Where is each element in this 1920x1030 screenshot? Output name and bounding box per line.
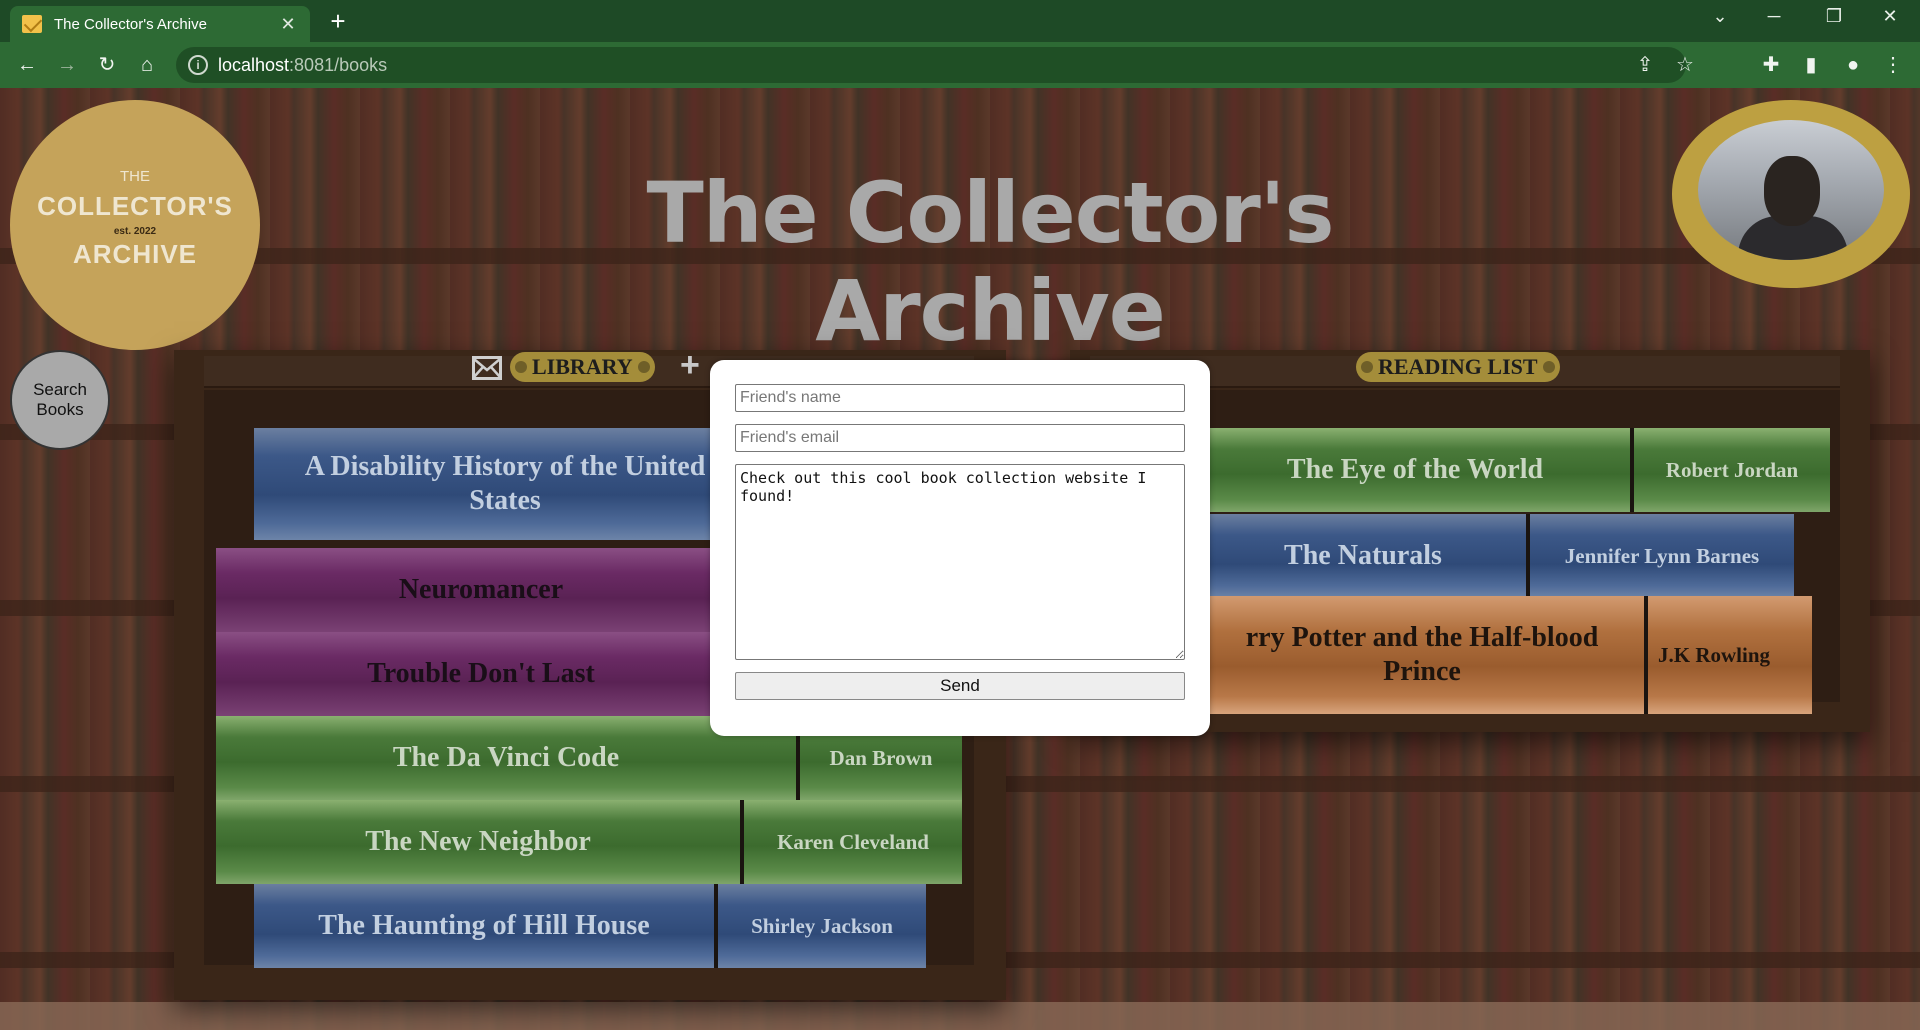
library-book[interactable]: The Haunting of Hill House Shirley Jacks… <box>254 884 926 968</box>
site-logo[interactable]: THE COLLECTOR'S est. 2022 ARCHIVE <box>10 100 260 350</box>
menu-icon[interactable]: ⋮ <box>1878 50 1908 80</box>
logo-line-1: THE <box>120 168 150 185</box>
message-textarea[interactable]: Check out this cool book collection webs… <box>735 464 1185 660</box>
home-icon[interactable]: ⌂ <box>132 50 162 80</box>
close-window-icon[interactable]: ✕ <box>1870 6 1910 27</box>
book-author: Robert Jordan <box>1630 428 1830 512</box>
logo-line-2: COLLECTOR'S <box>37 191 233 221</box>
avatar-photo <box>1698 120 1884 260</box>
reading-list-label: READING LIST <box>1356 352 1560 382</box>
site-info-icon[interactable]: i <box>188 55 208 75</box>
restore-icon[interactable]: ❐ <box>1814 6 1854 27</box>
book-title: The New Neighbor <box>216 800 740 884</box>
book-title: The Da Vinci Code <box>216 716 796 800</box>
library-label: LIBRARY <box>510 352 655 382</box>
tab-title: The Collector's Archive <box>54 15 207 33</box>
tab-search-icon[interactable]: ⌄ <box>1700 6 1740 27</box>
book-author: Jennifer Lynn Barnes <box>1526 514 1794 598</box>
sidepanel-icon[interactable]: ▮ <box>1796 50 1826 80</box>
book-title: Trouble Don't Last <box>216 632 746 716</box>
minimize-icon[interactable]: ─ <box>1754 6 1794 27</box>
send-button[interactable]: Send <box>735 672 1185 700</box>
star-icon[interactable]: ☆ <box>1670 50 1700 80</box>
share-modal: Check out this cool book collection webs… <box>710 360 1210 736</box>
book-title: Neuromancer <box>216 548 746 632</box>
library-book[interactable]: A Disability History of the United State… <box>254 428 744 540</box>
friend-email-input[interactable] <box>735 424 1185 452</box>
book-author: Karen Cleveland <box>740 800 962 884</box>
friend-name-input[interactable] <box>735 384 1185 412</box>
search-books-button[interactable]: Search Books <box>10 350 110 450</box>
logo-line-4: ARCHIVE <box>72 239 197 269</box>
share-icon[interactable]: ⇪ <box>1630 50 1660 80</box>
logo-line-3: est. 2022 <box>113 226 157 237</box>
library-book[interactable]: Neuromancer <box>216 548 746 632</box>
book-author: J.K Rowling <box>1644 596 1812 714</box>
book-title: The Eye of the World <box>1200 428 1630 512</box>
library-book[interactable]: Trouble Don't Last <box>216 632 746 716</box>
new-tab-button[interactable]: + <box>324 6 352 37</box>
page-content: THE COLLECTOR'S est. 2022 ARCHIVE The Co… <box>0 88 1920 1030</box>
back-icon[interactable]: ← <box>12 50 42 80</box>
tab-close-icon[interactable]: ✕ <box>278 14 298 35</box>
user-avatar[interactable] <box>1672 100 1910 288</box>
add-book-icon[interactable]: + <box>680 348 710 382</box>
browser-tab-bar: The Collector's Archive ✕ + ⌄ ─ ❐ ✕ <box>0 0 1920 42</box>
reading-list-book[interactable]: The Eye of the World Robert Jordan <box>1200 428 1830 512</box>
extensions-icon[interactable]: ✚ <box>1756 50 1786 80</box>
book-title: The Naturals <box>1200 514 1526 598</box>
book-title: rry Potter and the Half-blood Prince <box>1200 596 1644 714</box>
book-title: The Haunting of Hill House <box>254 884 714 968</box>
url-text[interactable]: localhost:8081/books <box>218 55 387 76</box>
favicon-icon <box>22 15 42 33</box>
reload-icon[interactable]: ↻ <box>92 50 122 80</box>
library-book[interactable]: The New Neighbor Karen Cleveland <box>216 800 962 884</box>
reading-list-book[interactable]: The Naturals Jennifer Lynn Barnes <box>1200 514 1794 598</box>
url-host: localhost <box>218 55 290 75</box>
address-bar[interactable]: i localhost:8081/books ⇪ ☆ <box>176 47 1694 83</box>
book-author: Shirley Jackson <box>714 884 926 968</box>
url-path: :8081/books <box>289 55 388 75</box>
reading-list-book[interactable]: rry Potter and the Half-blood Prince J.K… <box>1200 596 1812 714</box>
floor-strip <box>0 1002 1920 1030</box>
book-title: A Disability History of the United State… <box>254 428 744 540</box>
profile-icon[interactable]: ● <box>1838 50 1868 80</box>
page-title: The Collector's Archive <box>646 164 1334 360</box>
browser-toolbar: ← → ↻ ⌂ i localhost:8081/books ⇪ ☆ ✚ ▮ ●… <box>0 42 1920 88</box>
share-mail-icon[interactable] <box>472 356 502 380</box>
browser-tab[interactable]: The Collector's Archive ✕ <box>10 6 310 42</box>
forward-icon[interactable]: → <box>52 50 82 80</box>
